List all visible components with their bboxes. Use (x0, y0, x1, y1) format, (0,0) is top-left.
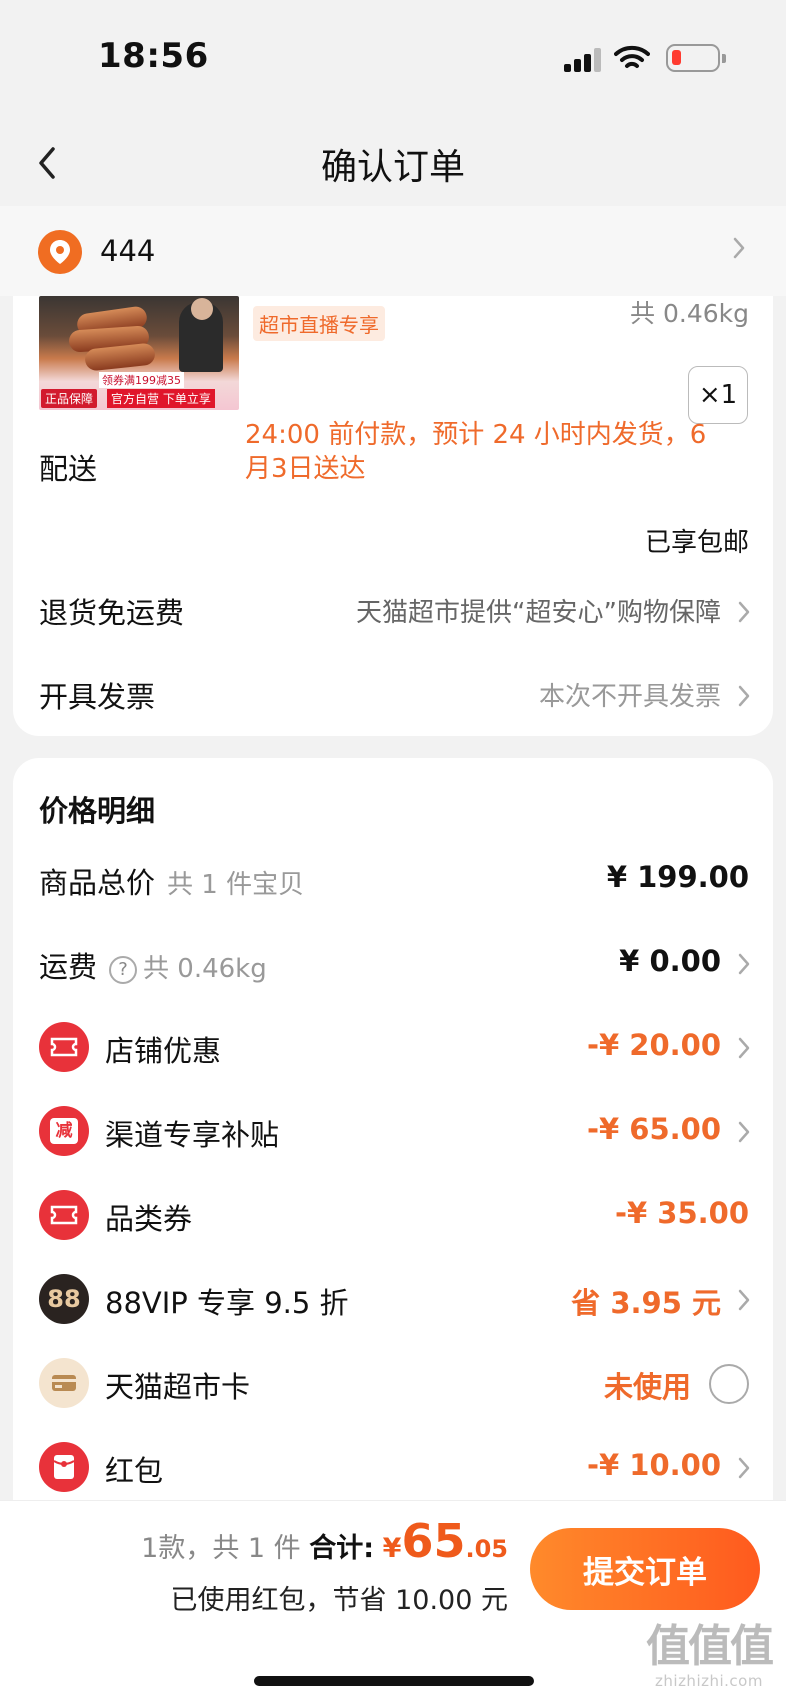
chevron-right-icon (738, 953, 750, 975)
discount-icon: 减 (39, 1106, 89, 1156)
invoice-value: 本次不开具发票 (538, 682, 721, 712)
free-shipping-text: 已享包邮 (644, 528, 749, 558)
red-packet-label: 红包 (105, 1454, 164, 1488)
page-title: 确认订单 (320, 147, 465, 188)
ticket-icon (39, 1190, 89, 1240)
shipping-fee-value: ¥ 0.00 (619, 944, 721, 978)
live-exclusive-tag: 超市直播专享 (253, 306, 385, 341)
currency-symbol: ¥ (382, 1533, 402, 1564)
price-detail-title: 价格明细 (39, 794, 156, 828)
location-pin-icon (38, 230, 82, 274)
invoice-label: 开具发票 (39, 680, 156, 714)
red-packet-icon (39, 1442, 89, 1492)
chevron-right-icon (738, 1289, 750, 1311)
watermark: 值值值 zhizhizhi.com (634, 1621, 784, 1691)
order-summary: 1款，共 1 件 合计: ¥65.05 (141, 1514, 508, 1568)
nav-bar: 确认订单 (0, 120, 786, 206)
item-total-value: ¥ 199.00 (606, 860, 749, 894)
self-operated-badge: 官方自营 下单立享 (107, 389, 215, 408)
tmall-card-row: 天猫超市卡 未使用 (13, 1342, 773, 1426)
coupon-badge: 领券满199减35 (99, 372, 184, 388)
saving-text: 已使用红包，节省 10.00 元 (170, 1585, 508, 1616)
channel-subsidy-row[interactable]: 减 渠道专享补贴 -¥ 65.00 (13, 1090, 773, 1174)
watermark-logo: 值值值 (646, 1621, 774, 1672)
vip-discount-label: 88VIP 专享 9.5 折 (105, 1286, 349, 1320)
total-integer: 65 (401, 1514, 466, 1568)
item-total-label: 商品总价 (39, 866, 156, 900)
red-packet-row[interactable]: 红包 -¥ 10.00 (13, 1426, 773, 1510)
return-shipping-row[interactable]: 退货免运费 天猫超市提供“超安心”购物保障 (13, 580, 773, 650)
address-bar[interactable]: 444 (0, 206, 786, 296)
red-packet-value: -¥ 10.00 (586, 1448, 721, 1482)
delivery-note: 24:00 前付款，预计 24 小时内发货，6 月3日送达 (245, 420, 707, 484)
genuine-badge: 正品保障 (41, 389, 98, 408)
signal-icon (564, 48, 604, 72)
store-discount-row[interactable]: 店铺优惠 -¥ 20.00 (13, 1006, 773, 1090)
watermark-url: zhizhizhi.com (655, 1672, 763, 1690)
return-shipping-label: 退货免运费 (39, 596, 185, 630)
vip-discount-value: 省 3.95 元 (571, 1286, 721, 1320)
tmall-card-label: 天猫超市卡 (105, 1370, 251, 1404)
chevron-right-icon (738, 601, 750, 623)
tmall-card-radio[interactable] (709, 1364, 749, 1404)
total-label: 合计: (309, 1533, 375, 1564)
product-image[interactable]: 领券满199减35 正品保障 官方自营 下单立享 (39, 296, 239, 410)
quantity-stepper[interactable]: ×1 (688, 366, 748, 424)
shipping-fee-row[interactable]: 运费? 共 0.46kg ¥ 0.00 (13, 922, 773, 1006)
chevron-right-icon (738, 1457, 750, 1479)
chevron-right-icon (738, 1121, 750, 1143)
vip-discount-row[interactable]: 88 88VIP 专享 9.5 折 省 3.95 元 (13, 1258, 773, 1342)
chevron-right-icon (738, 1037, 750, 1059)
card-icon (39, 1358, 89, 1408)
address-text: 444 (100, 234, 156, 268)
store-discount-value: -¥ 20.00 (586, 1028, 721, 1062)
category-coupon-label: 品类券 (105, 1202, 193, 1236)
total-decimal: .05 (465, 1535, 508, 1563)
item-count: 共 1 件宝贝 (167, 870, 305, 900)
shipping-weight: 共 0.46kg (143, 954, 267, 984)
tmall-card-value: 未使用 (603, 1370, 691, 1404)
delivery-label: 配送 (39, 452, 98, 486)
help-icon[interactable]: ? (109, 955, 138, 984)
home-indicator (254, 1676, 534, 1686)
checkout-bar: 1款，共 1 件 合计: ¥65.05 已使用红包，节省 10.00 元 提交订… (0, 1500, 786, 1704)
item-count-summary: 1款，共 1 件 (141, 1533, 301, 1564)
category-coupon-value: -¥ 35.00 (614, 1196, 749, 1230)
divider (0, 1500, 786, 1501)
item-total-row: 商品总价共 1 件宝贝 ¥ 199.00 (13, 838, 773, 922)
status-bar: 18:56 (0, 0, 786, 120)
return-shipping-value: 天猫超市提供“超安心”购物保障 (356, 598, 721, 628)
chevron-right-icon (738, 685, 750, 707)
order-card: 领券满199减35 正品保障 官方自营 下单立享 超市直播专享 共 0.46kg… (13, 250, 773, 736)
wifi-icon (614, 45, 650, 68)
vip-88-icon: 88 (39, 1274, 89, 1324)
category-coupon-row: 品类券 -¥ 35.00 (13, 1174, 773, 1258)
chevron-right-icon (733, 237, 745, 259)
product-weight: 共 0.46kg (630, 299, 749, 328)
submit-order-button[interactable]: 提交订单 (530, 1528, 760, 1610)
store-discount-label: 店铺优惠 (105, 1034, 222, 1068)
ticket-icon (39, 1022, 89, 1072)
price-detail-card: 价格明细 商品总价共 1 件宝贝 ¥ 199.00 运费? 共 0.46kg ¥ … (13, 758, 773, 1538)
status-time: 18:56 (98, 36, 209, 76)
shipping-fee-label: 运费 (39, 950, 98, 984)
battery-icon (666, 44, 726, 72)
invoice-row[interactable]: 开具发票 本次不开具发票 (13, 664, 773, 734)
channel-subsidy-value: -¥ 65.00 (586, 1112, 721, 1146)
channel-subsidy-label: 渠道专享补贴 (105, 1118, 280, 1152)
